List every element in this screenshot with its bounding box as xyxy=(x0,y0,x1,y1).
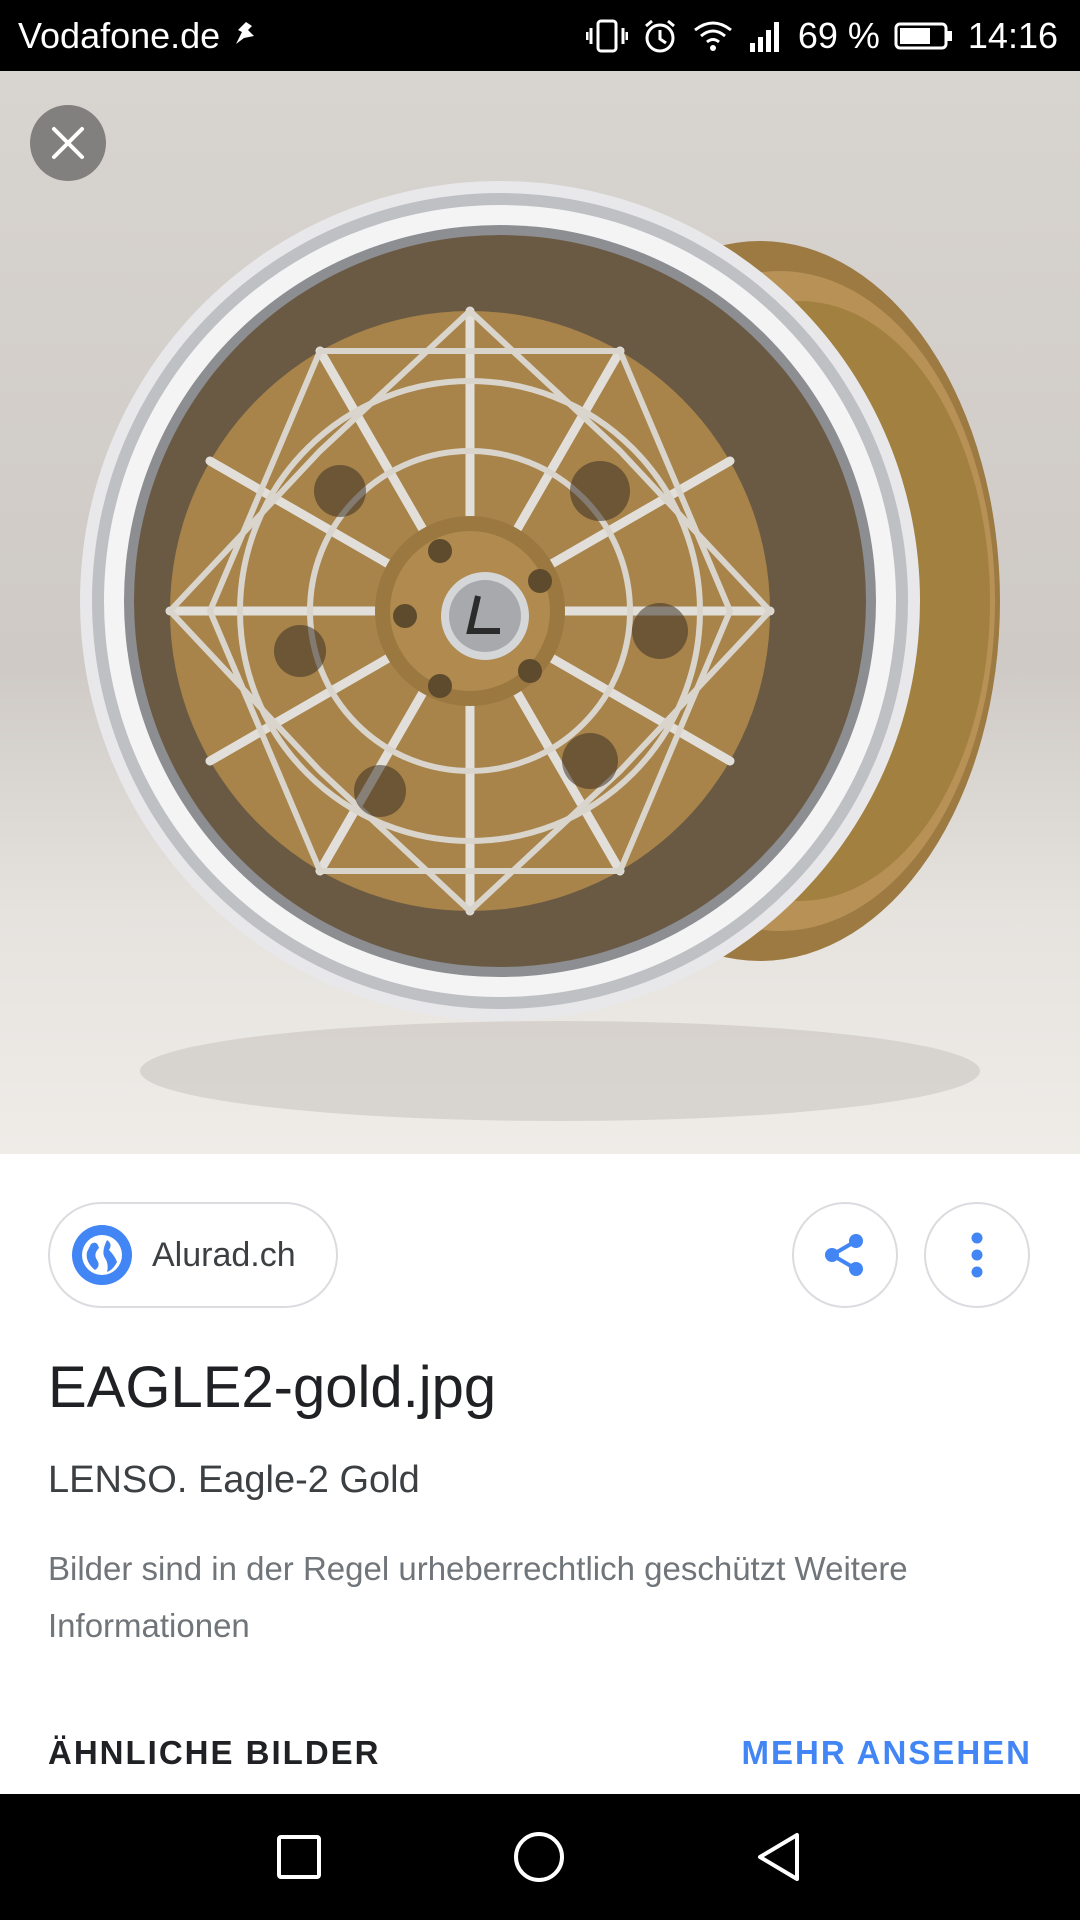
status-left: Vodafone.de xyxy=(18,15,258,57)
square-icon xyxy=(277,1835,321,1879)
wheel-image xyxy=(80,181,1000,1121)
image-info-panel: Alurad.ch EAGLE2-gold.jpg LENSO. Eagle-2… xyxy=(0,1154,1080,1794)
navigation-bar xyxy=(0,1794,1080,1920)
home-button[interactable] xyxy=(506,1824,572,1890)
similar-images-header: ÄHNLICHE BILDER MEHR ANSEHEN xyxy=(48,1734,1032,1772)
image-subtitle: LENSO. Eagle-2 Gold xyxy=(48,1459,420,1501)
clock: 14:16 xyxy=(967,14,1058,56)
triangle-back-icon xyxy=(758,1833,799,1881)
source-chip[interactable]: Alurad.ch xyxy=(48,1202,338,1308)
share-button[interactable] xyxy=(792,1202,898,1308)
notification-icon xyxy=(230,15,258,57)
wifi-icon xyxy=(692,18,734,54)
status-right: 69 % 14:16 xyxy=(585,14,1058,57)
see-more-link[interactable]: MEHR ANSEHEN xyxy=(742,1734,1032,1772)
circle-icon xyxy=(514,1832,564,1882)
back-button[interactable] xyxy=(747,1824,813,1890)
source-name: Alurad.ch xyxy=(152,1235,296,1274)
globe-icon xyxy=(72,1225,132,1285)
close-button[interactable] xyxy=(30,105,106,181)
battery-icon xyxy=(894,21,954,51)
signal-icon xyxy=(748,19,784,53)
share-icon xyxy=(825,1234,863,1276)
image-title[interactable]: EAGLE2-gold.jpg xyxy=(48,1354,496,1421)
battery-percent: 69 % xyxy=(797,14,880,56)
close-icon xyxy=(52,127,84,159)
carrier-name: Vodafone.de xyxy=(18,14,221,56)
alarm-icon xyxy=(642,18,678,54)
copyright-notice[interactable]: Bilder sind in der Regel urheberrechtlic… xyxy=(48,1540,1008,1654)
recents-button[interactable] xyxy=(266,1824,332,1890)
vibrate-icon xyxy=(585,18,628,54)
image-viewer[interactable] xyxy=(0,71,1080,1154)
more-vert-icon xyxy=(971,1232,983,1278)
similar-images-label: ÄHNLICHE BILDER xyxy=(48,1734,381,1771)
status-bar: Vodafone.de 69 % 14:16 xyxy=(0,0,1080,71)
more-options-button[interactable] xyxy=(924,1202,1030,1308)
